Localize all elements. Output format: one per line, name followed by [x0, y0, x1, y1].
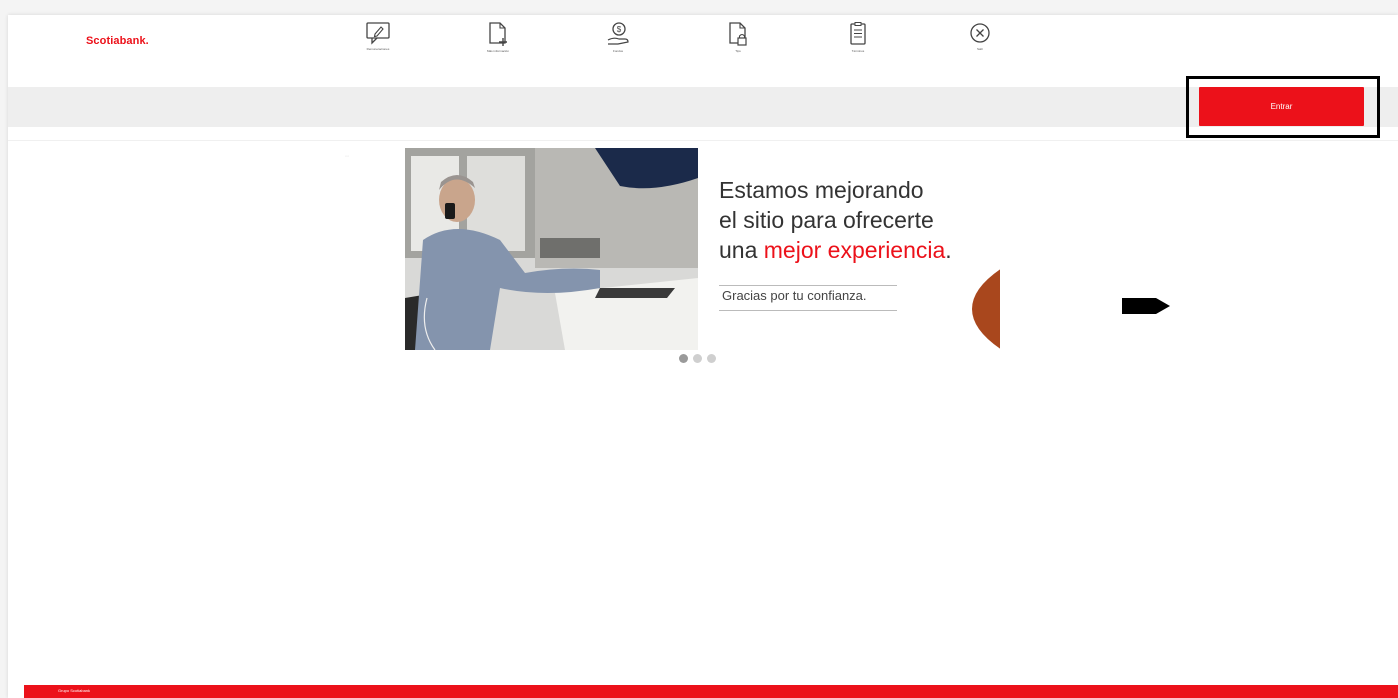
headline-line-3: una mejor experiencia. [719, 235, 952, 265]
pointer-arrow-icon [1122, 298, 1170, 314]
nav-label: Más información [486, 49, 509, 53]
message-edit-icon [366, 22, 390, 45]
nav-item-terminos[interactable]: Términos [823, 21, 893, 65]
nav-label: Términos [851, 49, 865, 53]
document-plus-icon [489, 22, 507, 46]
nav-item-fondos[interactable]: $ Fondos [583, 21, 653, 65]
footer: Grupo Scotiabank [24, 685, 1398, 698]
scotiabank-logo[interactable]: Scotiabank. [86, 35, 149, 47]
document-lock-icon [729, 22, 747, 46]
office-photo [405, 148, 698, 350]
footer-text[interactable]: Grupo Scotiabank [58, 688, 90, 693]
carousel-dot-1[interactable] [679, 354, 688, 363]
hero-banner[interactable]: Estamos mejorando el sitio para ofrecert… [405, 148, 1000, 350]
nav-label: Fondos [612, 49, 623, 53]
banner-subtitle: Gracias por tu confianza. [722, 288, 867, 303]
login-button[interactable]: Entrar [1199, 87, 1364, 126]
page: Scotiabank. Remuneraciones Más informaci… [8, 15, 1398, 698]
subtitle-rule-top [719, 285, 897, 286]
carousel-dot-2[interactable] [693, 354, 702, 363]
headline-line-2: el sitio para ofrecerte [719, 207, 934, 233]
nav-item-mas-informacion[interactable]: Más información [463, 21, 533, 65]
carousel-dots [679, 354, 716, 363]
carousel-corner-mark: ◦◦ [345, 154, 350, 160]
subtitle-rule-bottom [719, 310, 897, 311]
clipboard-icon [850, 22, 866, 45]
close-circle-icon [970, 23, 990, 43]
svg-text:$: $ [617, 25, 622, 34]
nav-label: Tips [735, 49, 741, 53]
headline-suffix: . [945, 237, 952, 263]
nav-item-remuneraciones[interactable]: Remuneraciones [343, 21, 413, 65]
banner-headline: Estamos mejorando el sitio para ofrecert… [719, 175, 952, 265]
nav-item-tips[interactable]: Tips [703, 21, 773, 65]
nav-item-salir[interactable]: Salir [945, 21, 1015, 65]
headline-prefix: una [719, 237, 764, 263]
nav-label: Remuneraciones [366, 47, 390, 51]
carousel-dot-3[interactable] [707, 354, 716, 363]
divider [8, 140, 1398, 141]
decorative-half-circle [972, 269, 1000, 349]
headline-line-1: Estamos mejorando [719, 177, 924, 203]
nav-label: Salir [976, 47, 983, 51]
headline-accent: mejor experiencia [763, 237, 946, 263]
money-hand-icon: $ [607, 22, 629, 45]
